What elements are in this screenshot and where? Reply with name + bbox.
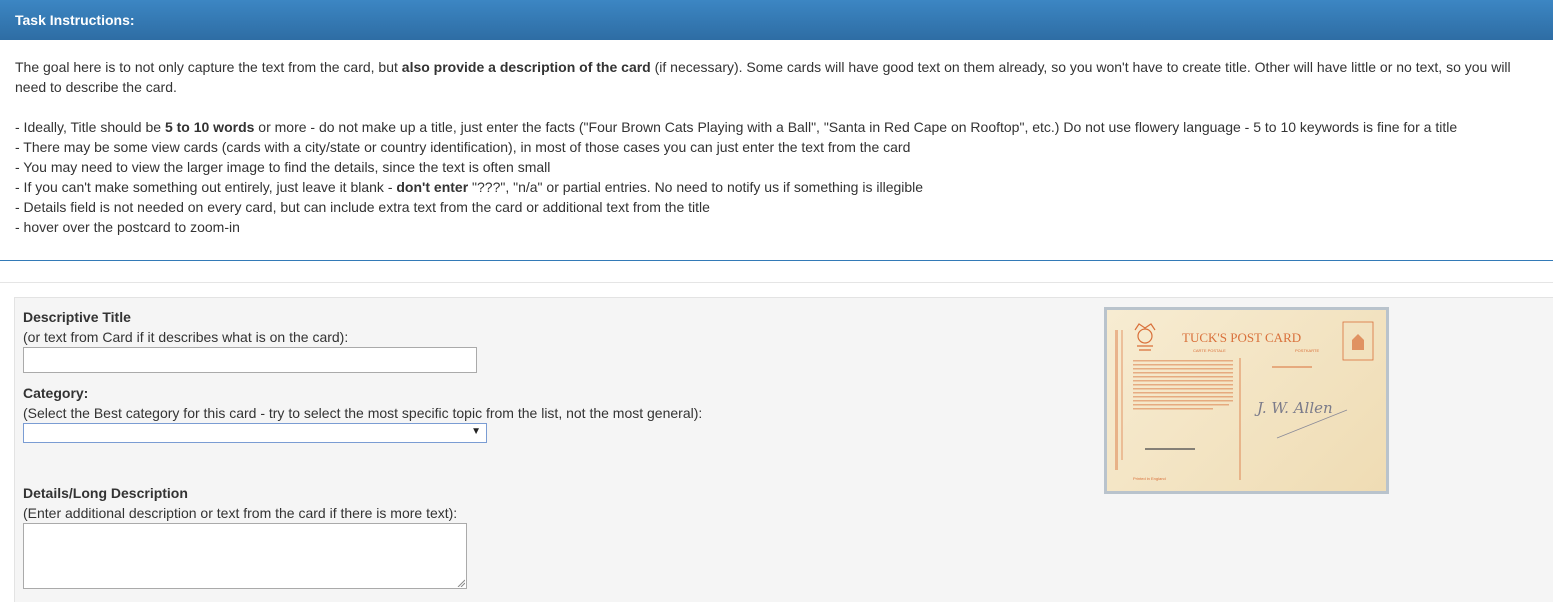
bullet-larger-image: - You may need to view the larger image … [15,159,551,175]
postcard-postkarte: POSTKARTE [1295,348,1319,353]
intro-part: (if necessary). Some cards will have goo… [650,59,1511,75]
bullet-bold: 5 to 10 words [164,119,255,135]
category-select[interactable]: ▼ [23,423,487,443]
bullet-part: "???", "n/a" or partial entries. No need… [468,179,924,195]
postcard-image[interactable]: TUCK'S POST CARD CARTE POSTALE POSTKARTE… [1104,307,1389,494]
bullet-bold: don't enter [396,179,469,195]
instructions-panel: Task Instructions: The goal here is to n… [0,0,1553,261]
details-textarea[interactable] [23,523,467,589]
details-help: (Enter additional description or text fr… [23,505,458,521]
divider [0,282,1553,283]
bullet-part: - If you can't make something out entire… [15,179,397,195]
postcard-signature: J. W. Allen [1254,399,1333,417]
coat-of-arms-icon [1134,323,1156,351]
instructions-body: The goal here is to not only capture the… [0,40,1553,237]
bullet-part: - Ideally, Title should be [15,119,165,135]
intro-text-2: need to describe the card. [15,79,177,95]
category-label: Category: [23,385,89,401]
intro-part: The goal here is to not only capture the… [15,59,402,75]
bullet-title-length: - Ideally, Title should be 5 to 10 words… [15,117,1538,137]
postcard-carte: CARTE POSTALE [1193,348,1226,353]
title-input[interactable] [23,347,477,373]
postcard-printed: Printed in England [1133,476,1166,481]
intro-text: The goal here is to not only capture the… [15,57,1538,77]
bullet-view-cards: - There may be some view cards (cards wi… [15,139,911,155]
resize-grip-icon[interactable] [457,579,465,587]
intro-bold: also provide a description of the card [401,59,651,75]
postcard-header: TUCK'S POST CARD [1182,330,1301,345]
bullet-details: - Details field is not needed on every c… [15,199,710,215]
postcard-drawing: TUCK'S POST CARD CARTE POSTALE POSTKARTE… [1115,321,1374,481]
instructions-heading: Task Instructions: [0,0,1553,40]
postcard-back: TUCK'S POST CARD CARTE POSTALE POSTKARTE… [1107,310,1386,491]
category-help: (Select the Best category for this card … [23,405,703,421]
title-label: Descriptive Title [23,309,131,325]
bullet-part: or more - do not make up a title, just e… [254,119,1458,135]
chevron-down-icon: ▼ [471,426,481,437]
bullet-hover-zoom: - hover over the postcard to zoom-in [15,219,240,235]
details-label: Details/Long Description [23,485,188,501]
stamp-icon [1352,334,1364,350]
message-text-lines [1133,360,1233,410]
title-help: (or text from Card if it describes what … [23,329,349,345]
bullet-illegible: - If you can't make something out entire… [15,177,1538,197]
